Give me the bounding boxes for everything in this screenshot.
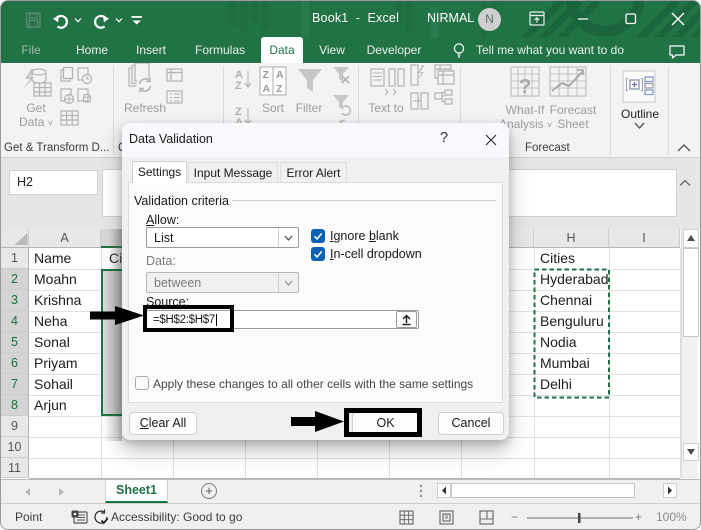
svg-text:A: A <box>263 83 271 95</box>
svg-text:Z: Z <box>276 83 283 95</box>
svg-text:A: A <box>276 69 284 81</box>
svg-text:Z: Z <box>263 69 270 81</box>
svg-text:Z: Z <box>235 80 242 92</box>
svg-text:?: ? <box>519 76 531 98</box>
